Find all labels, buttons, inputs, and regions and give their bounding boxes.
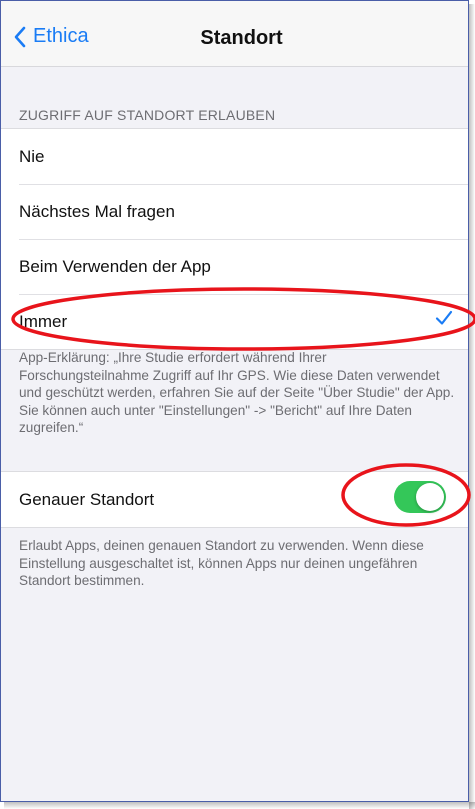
location-access-options: Nie Nächstes Mal fragen Beim Verwenden d… xyxy=(1,128,468,350)
app-explanation-text: App-Erklärung: „Ihre Studie erfordert wä… xyxy=(19,350,455,435)
precise-location-toggle[interactable] xyxy=(394,481,446,513)
precise-location-description: Erlaubt Apps, deinen genauen Standort zu… xyxy=(19,538,424,588)
option-label: Beim Verwenden der App xyxy=(19,256,211,276)
navigation-bar: Ethica Standort xyxy=(1,1,468,67)
option-always[interactable]: Immer xyxy=(1,294,468,349)
option-nie[interactable]: Nie xyxy=(1,129,468,184)
option-next-time[interactable]: Nächstes Mal fragen xyxy=(1,184,468,239)
precise-location-row: Genauer Standort xyxy=(1,472,468,527)
page-title: Standort xyxy=(200,27,283,49)
option-while-using[interactable]: Beim Verwenden der App xyxy=(1,239,468,294)
checkmark-icon xyxy=(435,310,453,325)
precise-location-label: Genauer Standort xyxy=(19,489,155,509)
toggle-knob xyxy=(416,483,444,511)
option-label: Nie xyxy=(19,146,45,166)
option-label: Immer xyxy=(19,311,68,331)
precise-location-group: Genauer Standort xyxy=(1,471,468,528)
settings-screen: Ethica Standort ZUGRIFF AUF STANDORT ERL… xyxy=(0,0,469,802)
option-label: Nächstes Mal fragen xyxy=(19,201,175,221)
section-header-location-access: ZUGRIFF AUF STANDORT ERLAUBEN xyxy=(19,107,276,123)
frame-shadow xyxy=(4,802,475,809)
frame-shadow xyxy=(469,4,475,809)
